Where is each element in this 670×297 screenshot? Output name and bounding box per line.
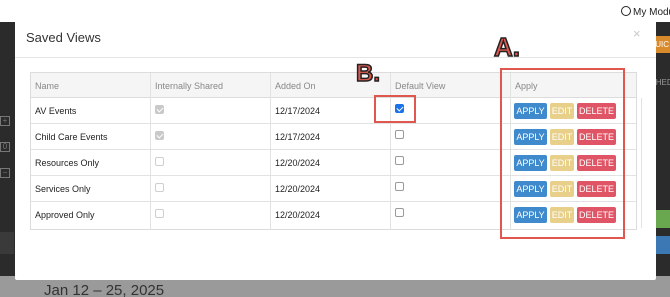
internally-shared-checkbox <box>155 183 164 192</box>
view-name: Services Only <box>35 184 91 194</box>
table-scrollbar[interactable] <box>641 98 652 228</box>
added-on-date: 12/20/2024 <box>275 210 321 220</box>
internally-shared-checkbox <box>155 209 164 218</box>
zoom-in-icon[interactable]: + <box>0 116 10 126</box>
added-on-date: 12/20/2024 <box>275 184 321 194</box>
internally-shared-checkbox <box>155 105 164 114</box>
zoom-out-icon[interactable]: − <box>0 168 10 178</box>
view-name: AV Events <box>35 106 77 116</box>
default-view-checkbox[interactable] <box>395 156 404 165</box>
header-added-on: Added On <box>275 81 316 91</box>
header-default-view: Default View <box>395 81 446 91</box>
globe-icon <box>621 6 631 16</box>
date-range: Jan 12 – 25, 2025 <box>44 282 165 297</box>
apply-column-highlight <box>500 68 625 239</box>
added-on-date: 12/17/2024 <box>275 132 321 142</box>
added-on-date: 12/20/2024 <box>275 158 321 168</box>
module-label: My Modu <box>633 7 670 18</box>
annotation-label-b: B. <box>355 59 381 88</box>
view-name: Resources Only <box>35 158 100 168</box>
left-panel-handle[interactable] <box>0 232 14 254</box>
added-on-date: 12/17/2024 <box>275 106 321 116</box>
modal-header: Saved Views × <box>15 18 656 58</box>
header-internally-shared: Internally Shared <box>155 81 224 91</box>
annotation-label-a: A. <box>493 31 521 63</box>
default-view-highlight <box>374 95 416 123</box>
close-icon[interactable]: × <box>633 26 641 41</box>
view-name: Approved Only <box>35 210 95 220</box>
zoom-level-icon: 0 <box>0 142 10 152</box>
default-view-checkbox[interactable] <box>395 182 404 191</box>
default-view-checkbox[interactable] <box>395 208 404 217</box>
module-menu[interactable]: My Modu <box>621 6 670 18</box>
internally-shared-checkbox <box>155 131 164 140</box>
header-name: Name <box>35 81 60 91</box>
default-view-checkbox[interactable] <box>395 130 404 139</box>
view-name: Child Care Events <box>35 132 108 142</box>
modal-title: Saved Views <box>26 30 101 45</box>
internally-shared-checkbox <box>155 157 164 166</box>
